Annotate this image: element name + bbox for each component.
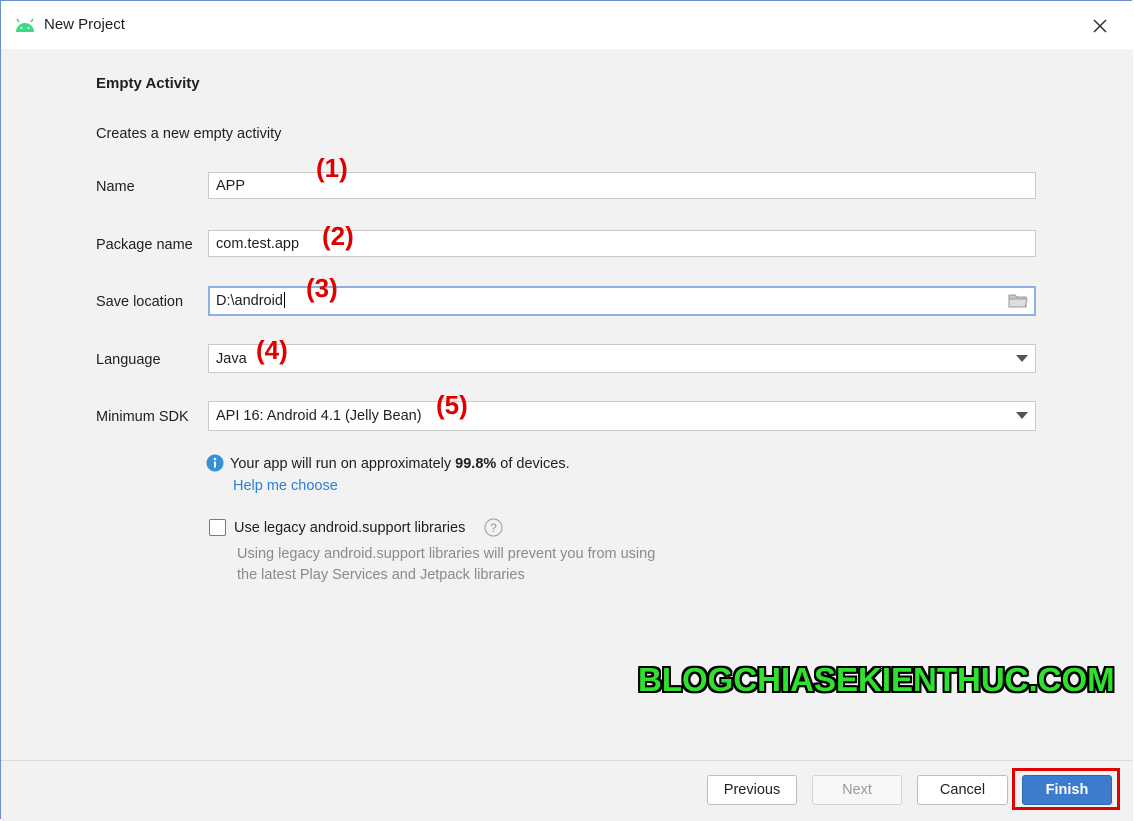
device-coverage-text: Your app will run on approximately 99.8%… bbox=[230, 456, 570, 472]
package-name-value: com.test.app bbox=[216, 236, 300, 252]
coverage-percent: 99.8% bbox=[455, 456, 497, 472]
question-icon[interactable]: ? bbox=[484, 518, 503, 537]
dropdown-arrow-icon bbox=[1016, 412, 1028, 419]
package-name-label: Package name bbox=[96, 237, 193, 253]
legacy-support-label[interactable]: Use legacy android.support libraries bbox=[234, 520, 465, 536]
save-location-value: D:\android bbox=[216, 293, 283, 309]
template-heading: Empty Activity bbox=[96, 75, 200, 92]
watermark-text: BLOGCHIASEKIENTHUC.COM bbox=[638, 661, 1115, 698]
button-bar: Previous Next Cancel Finish bbox=[1, 760, 1133, 821]
window-title: New Project bbox=[44, 16, 125, 33]
minimum-sdk-select[interactable]: API 16: Android 4.1 (Jelly Bean) bbox=[208, 401, 1036, 431]
close-icon[interactable] bbox=[1089, 15, 1111, 37]
next-button[interactable]: Next bbox=[812, 775, 902, 805]
language-value: Java bbox=[216, 351, 247, 367]
dialog-content: Empty Activity Creates a new empty activ… bbox=[1, 49, 1133, 760]
annotation-4: (4) bbox=[256, 335, 288, 365]
new-project-dialog: New Project Empty Activity Creates a new… bbox=[0, 0, 1133, 821]
android-logo-icon bbox=[16, 18, 34, 32]
minimum-sdk-value: API 16: Android 4.1 (Jelly Bean) bbox=[216, 408, 422, 424]
legacy-hint-line1: Using legacy android.support libraries w… bbox=[237, 546, 656, 562]
legacy-hint-line2: the latest Play Services and Jetpack lib… bbox=[237, 567, 525, 583]
name-label: Name bbox=[96, 179, 135, 195]
name-value: APP bbox=[216, 178, 246, 194]
title-bar: New Project bbox=[1, 1, 1133, 49]
folder-icon[interactable] bbox=[1008, 292, 1028, 309]
svg-text:?: ? bbox=[490, 521, 497, 535]
dropdown-arrow-icon bbox=[1016, 355, 1028, 362]
previous-button[interactable]: Previous bbox=[707, 775, 797, 805]
annotation-3: (3) bbox=[306, 273, 338, 303]
legacy-support-checkbox[interactable] bbox=[209, 519, 226, 536]
template-description: Creates a new empty activity bbox=[96, 126, 282, 142]
help-me-choose-link[interactable]: Help me choose bbox=[233, 478, 338, 494]
info-icon bbox=[206, 454, 224, 472]
language-label: Language bbox=[96, 352, 161, 368]
save-location-label: Save location bbox=[96, 294, 184, 310]
annotation-1: (1) bbox=[316, 153, 348, 183]
annotation-2: (2) bbox=[322, 221, 354, 251]
annotation-5: (5) bbox=[436, 390, 468, 420]
finish-highlight-box bbox=[1012, 768, 1120, 810]
text-caret bbox=[283, 292, 285, 308]
language-select[interactable]: Java bbox=[208, 344, 1036, 373]
minimum-sdk-label: Minimum SDK bbox=[96, 409, 189, 425]
cancel-button[interactable]: Cancel bbox=[917, 775, 1008, 805]
